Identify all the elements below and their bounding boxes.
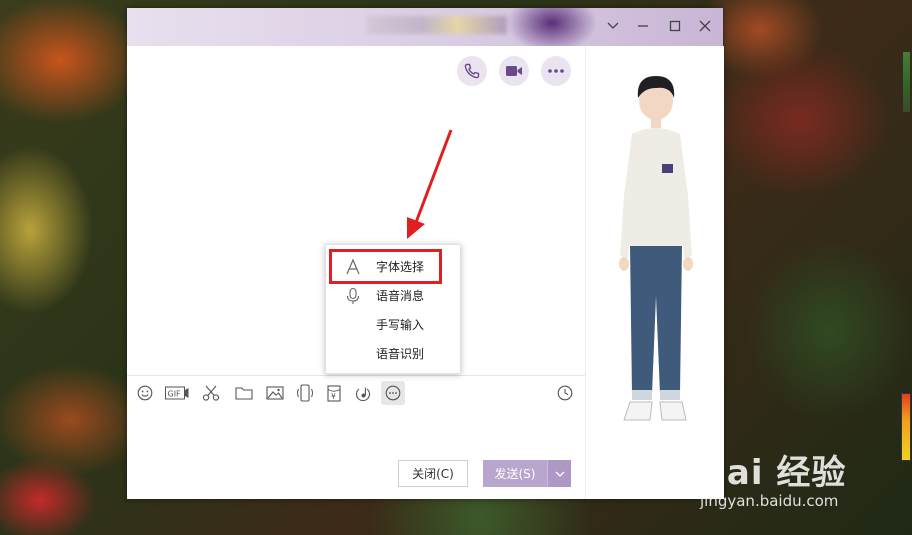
close-button[interactable] [695, 16, 715, 36]
svg-text:GIF: GIF [168, 390, 182, 399]
title-bar[interactable] [127, 8, 723, 46]
close-chat-button[interactable]: 关闭(C) [398, 460, 468, 487]
message-input[interactable] [127, 406, 585, 456]
red-packet-icon: ¥ [327, 384, 341, 402]
contact-show-panel [585, 46, 724, 499]
scissors-icon [202, 385, 220, 401]
red-packet-button[interactable]: ¥ [324, 381, 344, 405]
folder-icon [235, 387, 253, 400]
file-button[interactable] [233, 381, 255, 405]
more-tools-menu: 字体选择 语音消息 手写输入 语音识别 [325, 244, 461, 374]
send-options-button[interactable] [547, 460, 571, 487]
volume-meter-top [903, 52, 910, 112]
emoji-button[interactable] [135, 381, 155, 405]
screenshot-button[interactable] [200, 381, 222, 405]
image-icon [266, 386, 284, 400]
watermark-url: jingyan.baidu.com [700, 492, 839, 510]
close-icon [699, 20, 711, 32]
phone-shake-icon [297, 384, 313, 402]
menu-item-label: 语音识别 [376, 347, 425, 361]
contact-name-blurred [367, 16, 507, 34]
svg-text:¥: ¥ [331, 392, 336, 401]
music-button[interactable] [353, 381, 373, 405]
video-call-button[interactable] [499, 56, 529, 86]
more-circle-icon [385, 385, 401, 401]
chevron-down-icon [607, 22, 619, 29]
microphone-icon [346, 287, 360, 304]
shake-button[interactable] [294, 381, 316, 405]
clock-icon [557, 385, 573, 401]
phone-icon [464, 63, 480, 79]
gif-icon: GIF [165, 386, 189, 400]
video-camera-icon [506, 66, 522, 76]
more-options-button[interactable] [541, 56, 571, 86]
music-icon [355, 387, 371, 401]
menu-item-label: 字体选择 [376, 260, 425, 274]
font-a-icon [346, 258, 360, 275]
menu-item-speech-recognition[interactable]: 语音识别 [326, 339, 460, 368]
maximize-button[interactable] [665, 16, 685, 36]
image-button[interactable] [264, 381, 286, 405]
menu-item-handwriting[interactable]: 手写输入 [326, 310, 460, 339]
minimize-icon [638, 25, 648, 27]
minimize-button[interactable] [633, 16, 653, 36]
maximize-icon [669, 20, 681, 32]
menu-item-label: 语音消息 [376, 289, 425, 303]
phone-call-button[interactable] [457, 56, 487, 86]
menu-item-font-select[interactable]: 字体选择 [326, 252, 460, 281]
history-button[interactable] [555, 381, 575, 405]
volume-meter-bottom [901, 393, 911, 461]
toolbar-divider [127, 375, 585, 376]
more-dots-icon [548, 69, 564, 73]
send-button[interactable]: 发送(S) [483, 460, 547, 487]
gif-button[interactable]: GIF [164, 381, 190, 405]
dropdown-button[interactable] [603, 16, 623, 36]
avatar-figure [619, 76, 693, 421]
smiley-icon [137, 385, 153, 401]
watermark-brand: Bai 经验 [700, 453, 847, 493]
more-tools-button[interactable] [381, 381, 405, 405]
menu-item-label: 手写输入 [376, 318, 425, 332]
menu-item-voice-message[interactable]: 语音消息 [326, 281, 460, 310]
baidu-jingyan-watermark: Bai 经验 jingyan.baidu.com [700, 445, 846, 510]
chevron-down-icon [555, 471, 564, 477]
annotation-arrow [407, 129, 453, 239]
